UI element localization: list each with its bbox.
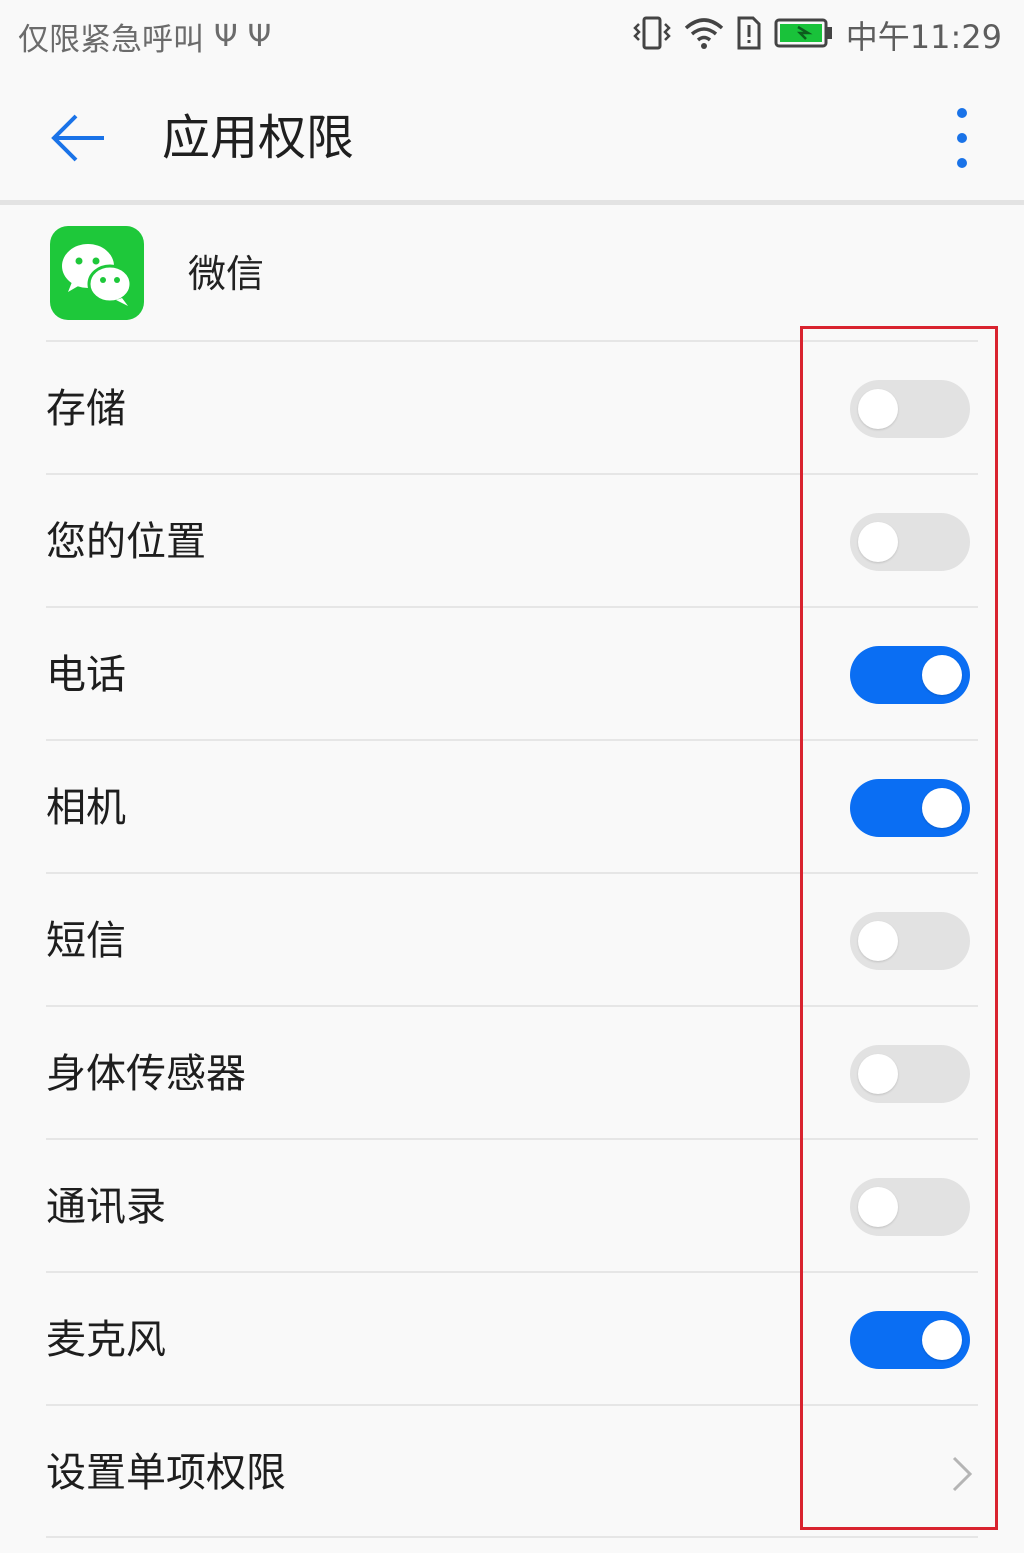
permission-toggle[interactable]: [850, 1178, 970, 1236]
usb-icon: Ψ: [247, 18, 272, 54]
permission-label: 身体传感器: [46, 1051, 246, 1097]
status-left: 仅限紧急呼叫 Ψ Ψ: [18, 14, 271, 59]
permission-toggle[interactable]: [850, 779, 970, 837]
permission-row-camera[interactable]: 相机: [0, 741, 1024, 873]
usb-icon: Ψ: [214, 18, 238, 54]
more-vertical-icon-dot: [957, 133, 967, 143]
battery-charging-icon: [774, 17, 834, 53]
permission-row-storage[interactable]: 存储: [0, 342, 1024, 474]
permission-toggle[interactable]: [850, 1045, 970, 1103]
permission-toggle[interactable]: [850, 646, 970, 704]
toggle-knob: [858, 522, 898, 562]
toggle-knob: [922, 1320, 962, 1360]
page-title: 应用权限: [162, 110, 355, 166]
more-vertical-icon-dot: [957, 158, 967, 168]
toggle-knob: [858, 389, 898, 429]
permission-row-sms[interactable]: 短信: [0, 874, 1024, 1006]
permission-toggle[interactable]: [850, 513, 970, 571]
status-right: 中午11:29: [632, 12, 1002, 58]
wechat-icon: [50, 226, 144, 320]
permission-toggle[interactable]: [850, 912, 970, 970]
more-vertical-icon: [957, 108, 967, 118]
toggle-knob: [858, 921, 898, 961]
carrier-text: 仅限紧急呼叫: [18, 22, 204, 58]
permission-row-body-sensors[interactable]: 身体传感器: [0, 1007, 1024, 1139]
app-name: 微信: [188, 252, 265, 296]
arrow-left-icon: [51, 114, 104, 162]
row-divider: [46, 1536, 978, 1538]
permission-label: 相机: [46, 785, 126, 831]
permission-row-location[interactable]: 您的位置: [0, 475, 1024, 607]
permission-toggle[interactable]: [850, 1311, 970, 1369]
permission-toggle[interactable]: [850, 380, 970, 438]
chevron-right-icon: [952, 1456, 973, 1492]
status-time: 中午11:29: [845, 18, 1002, 56]
toggle-knob: [858, 1187, 898, 1227]
status-bar: 仅限紧急呼叫 Ψ Ψ 中午11:29: [0, 0, 1024, 72]
back-button[interactable]: [46, 106, 110, 170]
permission-label: 短信: [46, 918, 126, 964]
toggle-knob: [922, 788, 962, 828]
single-permission-label: 设置单项权限: [46, 1450, 286, 1496]
header-divider: [0, 200, 1024, 205]
sim-alert-icon: [736, 15, 762, 55]
permission-label: 电话: [46, 652, 126, 698]
toggle-knob: [858, 1054, 898, 1094]
permission-row-microphone[interactable]: 麦克风: [0, 1273, 1024, 1405]
vibrate-icon: [632, 14, 672, 56]
permission-row-contacts[interactable]: 通讯录: [0, 1140, 1024, 1272]
app-row: 微信: [0, 206, 1024, 340]
permission-label: 您的位置: [46, 519, 206, 565]
wifi-icon: [684, 16, 724, 54]
permission-row-phone[interactable]: 电话: [0, 608, 1024, 740]
permission-label: 存储: [46, 386, 126, 432]
single-permission-row[interactable]: 设置单项权限: [0, 1406, 1024, 1538]
app-bar: 应用权限: [0, 80, 1024, 200]
permission-label: 通讯录: [46, 1184, 166, 1230]
toggle-knob: [922, 655, 962, 695]
permission-label: 麦克风: [46, 1317, 166, 1363]
more-options-button[interactable]: [944, 108, 980, 168]
